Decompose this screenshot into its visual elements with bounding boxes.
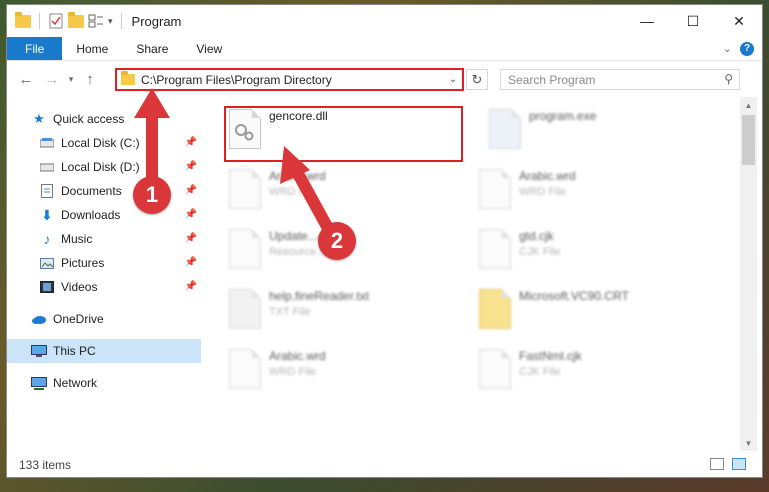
window-controls: — ☐ ✕: [624, 5, 762, 37]
forward-arrow-icon[interactable]: →: [39, 67, 65, 91]
refresh-button[interactable]: ↻: [466, 69, 488, 90]
sidebar-item-music[interactable]: ♪ Music 📌: [7, 227, 201, 251]
star-icon: ★: [33, 111, 45, 126]
pin-icon[interactable]: 📌: [185, 161, 197, 172]
sidebar-item-quick-access[interactable]: ★ Quick access: [7, 107, 201, 131]
details-view-icon[interactable]: [710, 458, 724, 470]
network-icon: [31, 376, 47, 390]
sidebar-item-documents[interactable]: Documents 📌: [7, 179, 201, 203]
tab-file[interactable]: File: [7, 37, 63, 60]
file-item[interactable]: Arabic.wrd WRD File: [479, 169, 576, 209]
large-icons-view-icon[interactable]: [732, 458, 746, 470]
sidebar-item-this-pc[interactable]: This PC: [7, 339, 201, 363]
pin-icon[interactable]: 📌: [185, 209, 197, 220]
properties-icon[interactable]: [48, 13, 64, 29]
pictures-icon: [39, 256, 55, 270]
documents-icon: [39, 184, 55, 198]
explorer-window: ▾ Program — ☐ ✕ File Home Share View ⌄ ?…: [6, 4, 763, 478]
file-item[interactable]: program.exe: [489, 109, 596, 149]
file-icon: [479, 229, 511, 269]
new-folder-icon[interactable]: [68, 11, 84, 28]
sidebar-item-downloads[interactable]: ⬇ Downloads 📌: [7, 203, 201, 227]
computer-icon: [31, 344, 47, 358]
sidebar-item-local-disk-c[interactable]: Local Disk (C:) 📌: [7, 131, 201, 155]
view-options-icon[interactable]: [88, 13, 104, 29]
search-icon: ⚲: [724, 72, 733, 86]
maximize-button[interactable]: ☐: [670, 5, 716, 37]
up-arrow-icon[interactable]: ↑: [77, 67, 103, 91]
file-icon: [229, 169, 261, 209]
file-item[interactable]: Arabic.wrd WRD File: [229, 349, 326, 389]
drive-icon: [39, 136, 55, 150]
file-icon: [479, 169, 511, 209]
file-item[interactable]: Arabic.wrd WRD File: [229, 169, 326, 209]
text-file-icon: [229, 289, 261, 329]
navigation-bar: ← → ▾ ↑ C:\Program Files\Program Directo…: [7, 62, 762, 96]
pin-icon[interactable]: 📌: [185, 281, 197, 292]
item-count: 133 items: [19, 458, 72, 472]
tab-home[interactable]: Home: [62, 37, 122, 60]
folder-icon: [15, 11, 31, 28]
dll-file-icon: [229, 229, 261, 269]
file-icon: [229, 349, 261, 389]
folder-icon: [121, 71, 135, 85]
tab-view[interactable]: View: [182, 37, 236, 60]
status-bar: 133 items: [7, 453, 762, 477]
highlight-box: [224, 106, 463, 162]
minimize-button[interactable]: —: [624, 5, 670, 37]
sidebar-item-videos[interactable]: Videos 📌: [7, 275, 201, 299]
file-item[interactable]: help.fineReader.txt TXT File: [229, 289, 369, 329]
search-input[interactable]: Search Program ⚲: [500, 69, 740, 90]
file-item[interactable]: gtd.cjk CJK File: [479, 229, 561, 269]
vertical-scrollbar[interactable]: ▲ ▼: [740, 97, 757, 451]
drive-icon: [39, 160, 55, 174]
pin-icon[interactable]: 📌: [185, 233, 197, 244]
address-dropdown-chevron-icon[interactable]: ⌄: [444, 74, 462, 85]
file-item[interactable]: Microsoft.VC90.CRT: [479, 289, 629, 329]
videos-icon: [39, 280, 55, 294]
step-2-badge: 2: [318, 222, 356, 260]
scroll-up-arrow-icon[interactable]: ▲: [740, 97, 757, 113]
expand-ribbon-chevron-icon[interactable]: ⌄: [723, 42, 732, 55]
title-bar: ▾ Program — ☐ ✕: [7, 5, 762, 37]
file-icon: [479, 349, 511, 389]
close-button[interactable]: ✕: [716, 5, 762, 37]
search-placeholder: Search Program: [508, 72, 596, 87]
pin-icon[interactable]: 📌: [185, 185, 197, 196]
recent-locations-chevron-icon[interactable]: ▾: [65, 67, 77, 91]
ribbon-tabs: File Home Share View ⌄ ?: [7, 37, 762, 61]
sidebar-item-pictures[interactable]: Pictures 📌: [7, 251, 201, 275]
pin-icon[interactable]: 📌: [185, 137, 197, 148]
cloud-icon: [31, 312, 47, 326]
customize-toolbar-chevron-icon[interactable]: ▾: [108, 16, 113, 27]
tab-share[interactable]: Share: [122, 37, 182, 60]
quick-access-toolbar: ▾: [7, 11, 126, 29]
navigation-pane: ★ Quick access Local Disk (C:) 📌 Local D…: [7, 97, 201, 451]
scroll-thumb[interactable]: [742, 115, 755, 165]
sidebar-item-network[interactable]: Network: [7, 371, 201, 395]
sidebar-item-local-disk-d[interactable]: Local Disk (D:) 📌: [7, 155, 201, 179]
pin-icon[interactable]: 📌: [185, 257, 197, 268]
scroll-down-arrow-icon[interactable]: ▼: [740, 435, 757, 451]
window-title: Program: [131, 13, 182, 29]
file-item[interactable]: FastNml.cjk CJK File: [479, 349, 582, 389]
step-1-badge: 1: [133, 176, 171, 214]
address-bar[interactable]: C:\Program Files\Program Directory ⌄: [115, 68, 464, 91]
download-icon: ⬇: [41, 206, 53, 223]
back-arrow-icon[interactable]: ←: [13, 67, 39, 91]
music-icon: ♪: [43, 231, 51, 247]
sidebar-item-onedrive[interactable]: OneDrive: [7, 307, 201, 331]
folder-icon: [479, 289, 511, 329]
address-path: C:\Program Files\Program Directory: [141, 72, 332, 87]
help-icon[interactable]: ?: [740, 41, 754, 56]
exe-file-icon: [489, 109, 521, 149]
